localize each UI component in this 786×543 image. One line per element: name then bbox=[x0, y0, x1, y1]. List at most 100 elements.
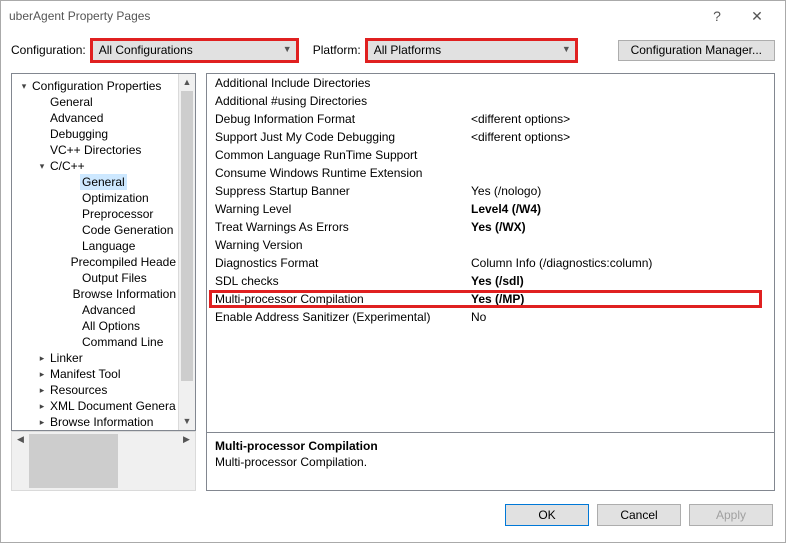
property-name: Common Language RunTime Support bbox=[207, 146, 467, 164]
tree-node[interactable]: ▾Configuration Properties bbox=[12, 78, 178, 94]
configuration-value: All Configurations bbox=[99, 43, 193, 57]
scroll-up-icon[interactable]: ▲ bbox=[179, 74, 195, 91]
tree-node[interactable]: Debugging bbox=[12, 126, 178, 142]
collapse-icon[interactable]: ▾ bbox=[36, 158, 48, 174]
toolbar: Configuration: All Configurations ▼ Plat… bbox=[1, 31, 785, 69]
tree-node[interactable]: VC++ Directories bbox=[12, 142, 178, 158]
tree-node[interactable]: ▸Linker bbox=[12, 350, 178, 366]
expand-icon[interactable]: ▸ bbox=[36, 382, 48, 398]
tree-node[interactable]: ▸XML Document Genera bbox=[12, 398, 178, 414]
property-value[interactable]: Yes (/nologo) bbox=[467, 182, 774, 200]
property-row[interactable]: Warning Version bbox=[207, 236, 774, 254]
tree-label: Debugging bbox=[48, 126, 110, 142]
tree-node[interactable]: Precompiled Heade bbox=[12, 254, 178, 270]
tree-node[interactable]: Language bbox=[12, 238, 178, 254]
tree-label: Precompiled Heade bbox=[69, 254, 178, 270]
tree-label: Optimization bbox=[80, 190, 151, 206]
property-row[interactable]: Consume Windows Runtime Extension bbox=[207, 164, 774, 182]
property-row[interactable]: Debug Information Format<different optio… bbox=[207, 110, 774, 128]
tree-node[interactable]: ▾C/C++ bbox=[12, 158, 178, 174]
property-row[interactable]: Support Just My Code Debugging<different… bbox=[207, 128, 774, 146]
description-panel: Multi-processor Compilation Multi-proces… bbox=[207, 432, 774, 490]
tree-label: Output Files bbox=[80, 270, 149, 286]
expand-icon[interactable]: ▸ bbox=[36, 350, 48, 366]
ok-button[interactable]: OK bbox=[505, 504, 589, 526]
property-row[interactable]: Diagnostics FormatColumn Info (/diagnost… bbox=[207, 254, 774, 272]
configuration-combo[interactable]: All Configurations ▼ bbox=[92, 40, 297, 61]
property-name: Treat Warnings As Errors bbox=[207, 218, 467, 236]
cancel-button[interactable]: Cancel bbox=[597, 504, 681, 526]
window-title: uberAgent Property Pages bbox=[9, 9, 697, 23]
scroll-left-icon[interactable]: ◀ bbox=[12, 432, 29, 490]
tree-label: Code Generation bbox=[80, 222, 175, 238]
property-value[interactable]: Yes (/sdl) bbox=[467, 272, 774, 290]
scrollbar-thumb[interactable] bbox=[29, 434, 118, 488]
tree-label: Linker bbox=[48, 350, 85, 366]
help-button[interactable]: ? bbox=[697, 8, 737, 24]
platform-value: All Platforms bbox=[374, 43, 441, 57]
property-row[interactable]: Suppress Startup BannerYes (/nologo) bbox=[207, 182, 774, 200]
property-row[interactable]: Warning LevelLevel4 (/W4) bbox=[207, 200, 774, 218]
tree-node[interactable]: ▸Browse Information bbox=[12, 414, 178, 430]
property-value[interactable] bbox=[467, 74, 774, 92]
tree-label: Manifest Tool bbox=[48, 366, 122, 382]
scroll-right-icon[interactable]: ▶ bbox=[178, 432, 195, 490]
property-value[interactable]: No bbox=[467, 308, 774, 326]
expand-icon[interactable]: ▸ bbox=[36, 414, 48, 430]
property-grid[interactable]: Additional Include DirectoriesAdditional… bbox=[207, 74, 774, 432]
configuration-label: Configuration: bbox=[11, 43, 86, 57]
tree-node[interactable]: Code Generation bbox=[12, 222, 178, 238]
tree-node[interactable]: All Options bbox=[12, 318, 178, 334]
tree-node[interactable]: ▸Manifest Tool bbox=[12, 366, 178, 382]
property-name: Additional #using Directories bbox=[207, 92, 467, 110]
property-value[interactable] bbox=[467, 92, 774, 110]
tree-horizontal-scrollbar[interactable]: ◀ ▶ bbox=[11, 431, 196, 491]
dialog-button-bar: OK Cancel Apply bbox=[1, 497, 785, 533]
property-value[interactable]: Level4 (/W4) bbox=[467, 200, 774, 218]
property-row[interactable]: Additional Include Directories bbox=[207, 74, 774, 92]
property-row[interactable]: SDL checksYes (/sdl) bbox=[207, 272, 774, 290]
property-name: Multi-processor Compilation bbox=[207, 290, 467, 308]
property-value[interactable]: <different options> bbox=[467, 110, 774, 128]
tree-node[interactable]: Advanced bbox=[12, 302, 178, 318]
description-title: Multi-processor Compilation bbox=[215, 439, 766, 453]
property-value[interactable]: Column Info (/diagnostics:column) bbox=[467, 254, 774, 272]
property-row[interactable]: Treat Warnings As ErrorsYes (/WX) bbox=[207, 218, 774, 236]
property-value[interactable] bbox=[467, 146, 774, 164]
property-row[interactable]: Enable Address Sanitizer (Experimental)N… bbox=[207, 308, 774, 326]
description-body: Multi-processor Compilation. bbox=[215, 455, 766, 469]
tree-node[interactable]: Optimization bbox=[12, 190, 178, 206]
property-row[interactable]: Multi-processor CompilationYes (/MP) bbox=[207, 290, 774, 308]
property-row[interactable]: Additional #using Directories bbox=[207, 92, 774, 110]
tree-node[interactable]: Command Line bbox=[12, 334, 178, 350]
tree-node[interactable]: Browse Information bbox=[12, 286, 178, 302]
titlebar: uberAgent Property Pages ? ✕ bbox=[1, 1, 785, 31]
tree-node[interactable]: ▸Resources bbox=[12, 382, 178, 398]
configuration-manager-button[interactable]: Configuration Manager... bbox=[618, 40, 775, 61]
property-tree[interactable]: ▾Configuration PropertiesGeneralAdvanced… bbox=[12, 74, 178, 430]
tree-panel: ▾Configuration PropertiesGeneralAdvanced… bbox=[11, 73, 196, 431]
apply-button[interactable]: Apply bbox=[689, 504, 773, 526]
property-value[interactable]: Yes (/WX) bbox=[467, 218, 774, 236]
property-value[interactable]: Yes (/MP) bbox=[467, 290, 774, 308]
close-button[interactable]: ✕ bbox=[737, 8, 777, 25]
collapse-icon[interactable]: ▾ bbox=[18, 78, 30, 94]
property-value[interactable] bbox=[467, 164, 774, 182]
scroll-down-icon[interactable]: ▼ bbox=[179, 413, 195, 430]
tree-node[interactable]: Output Files bbox=[12, 270, 178, 286]
property-value[interactable]: <different options> bbox=[467, 128, 774, 146]
tree-label: Advanced bbox=[48, 110, 105, 126]
tree-node[interactable]: Advanced bbox=[12, 110, 178, 126]
platform-combo[interactable]: All Platforms ▼ bbox=[367, 40, 576, 61]
tree-node[interactable]: General bbox=[12, 94, 178, 110]
tree-label: Browse Information bbox=[48, 414, 155, 430]
scrollbar-thumb[interactable] bbox=[181, 91, 193, 381]
tree-node[interactable]: General bbox=[12, 174, 178, 190]
tree-node[interactable]: Preprocessor bbox=[12, 206, 178, 222]
tree-vertical-scrollbar[interactable]: ▲ ▼ bbox=[178, 74, 195, 430]
expand-icon[interactable]: ▸ bbox=[36, 366, 48, 382]
chevron-down-icon: ▼ bbox=[283, 44, 292, 54]
property-value[interactable] bbox=[467, 236, 774, 254]
expand-icon[interactable]: ▸ bbox=[36, 398, 48, 414]
property-row[interactable]: Common Language RunTime Support bbox=[207, 146, 774, 164]
